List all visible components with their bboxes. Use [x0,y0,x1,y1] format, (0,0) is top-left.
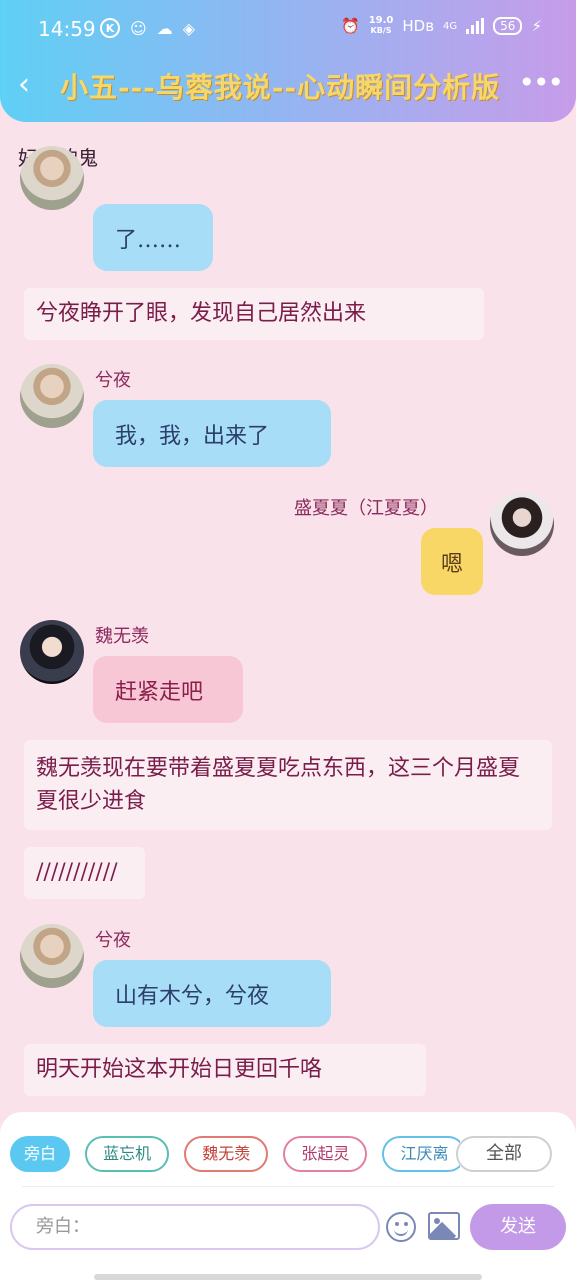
message-bubble[interactable]: 赶紧走吧 [93,656,243,723]
chip-narrator[interactable]: 旁白 [10,1136,71,1172]
more-dots-icon[interactable]: ••• [518,66,564,99]
alarm-icon: ⏰ [341,17,360,35]
wechat-icon: ☁ [156,18,173,38]
qq-icon: ☺ [130,18,147,38]
sender-name: 兮夜 [95,930,131,951]
message-bubble[interactable]: 了…… [93,204,213,271]
narration-block[interactable]: 兮夜睁开了眼，发现自己居然出来 [24,288,484,340]
message-bubble[interactable]: 嗯 [421,528,483,595]
net-speed-value: 19.0 [368,15,394,26]
avatar[interactable] [490,492,554,556]
status-left-icons: K ☺ ☁ ◈ [100,18,195,38]
charging-icon: ⚡ [531,17,542,35]
input-panel: 旁白 蓝忘机 魏无羡 张起灵 江厌离 全部 旁白： 发送 [0,1112,576,1280]
net-speed: 19.0 KB/S [369,16,394,36]
narration-block[interactable]: 明天开始这本开始日更回千咯 [24,1044,426,1096]
signal-icon [466,18,485,34]
image-icon[interactable] [428,1212,460,1240]
avatar[interactable] [20,364,84,428]
battery-icon: 56 [493,17,523,35]
layers-icon: ◈ [182,18,195,38]
divider [22,1186,554,1187]
sender-name: 盛夏夏（江夏夏） [294,498,438,519]
message-bubble[interactable]: 我，我，出来了 [93,400,331,467]
sender-name: 兮夜 [95,370,131,391]
message-input[interactable]: 旁白： [10,1204,380,1250]
back-arrow-icon[interactable]: ‹ [18,70,46,104]
status-right-icons: ⏰ 19.0 KB/S HDв 4G 56 ⚡ [341,16,542,36]
narration-block[interactable]: 魏无羡现在要带着盛夏夏吃点东西，这三个月盛夏夏很少进食 [24,740,552,830]
emoji-icon[interactable] [386,1212,416,1242]
chip-role[interactable]: 魏无羡 [184,1136,269,1172]
status-time: 14:59 [38,17,96,41]
network-label: 4G [443,20,458,32]
k-app-icon: K [100,18,120,38]
chip-role[interactable]: 江厌离 [382,1136,460,1172]
send-button[interactable]: 发送 [470,1204,566,1250]
chat-area[interactable]: 好凶的鬼 了…… 兮夜睁开了眼，发现自己居然出来 兮夜 我，我，出来了 盛夏夏（… [0,122,576,1112]
status-bar: 14:59 K ☺ ☁ ◈ ⏰ 19.0 KB/S HDв 4G 56 ⚡ [0,0,576,56]
header-bar: 14:59 K ☺ ☁ ◈ ⏰ 19.0 KB/S HDв 4G 56 ⚡ ‹ … [0,0,576,122]
chat-title: 小五---乌蓉我说--心动瞬间分析版 [60,71,501,104]
hd-label: HDв [402,17,435,35]
chip-role[interactable]: 蓝忘机 [85,1136,170,1172]
avatar[interactable] [20,924,84,988]
avatar[interactable] [20,620,84,684]
avatar[interactable] [20,146,84,210]
role-chip-list[interactable]: 旁白 蓝忘机 魏无羡 张起灵 江厌离 [10,1136,460,1174]
gesture-bar [94,1274,482,1280]
message-bubble[interactable]: 山有木兮，兮夜 [93,960,331,1027]
all-roles-button[interactable]: 全部 [456,1136,552,1172]
net-speed-unit: KB/S [370,26,392,35]
sender-name: 魏无羡 [95,626,149,647]
narration-block[interactable]: /////////// [24,847,145,899]
chip-role[interactable]: 张起灵 [283,1136,368,1172]
